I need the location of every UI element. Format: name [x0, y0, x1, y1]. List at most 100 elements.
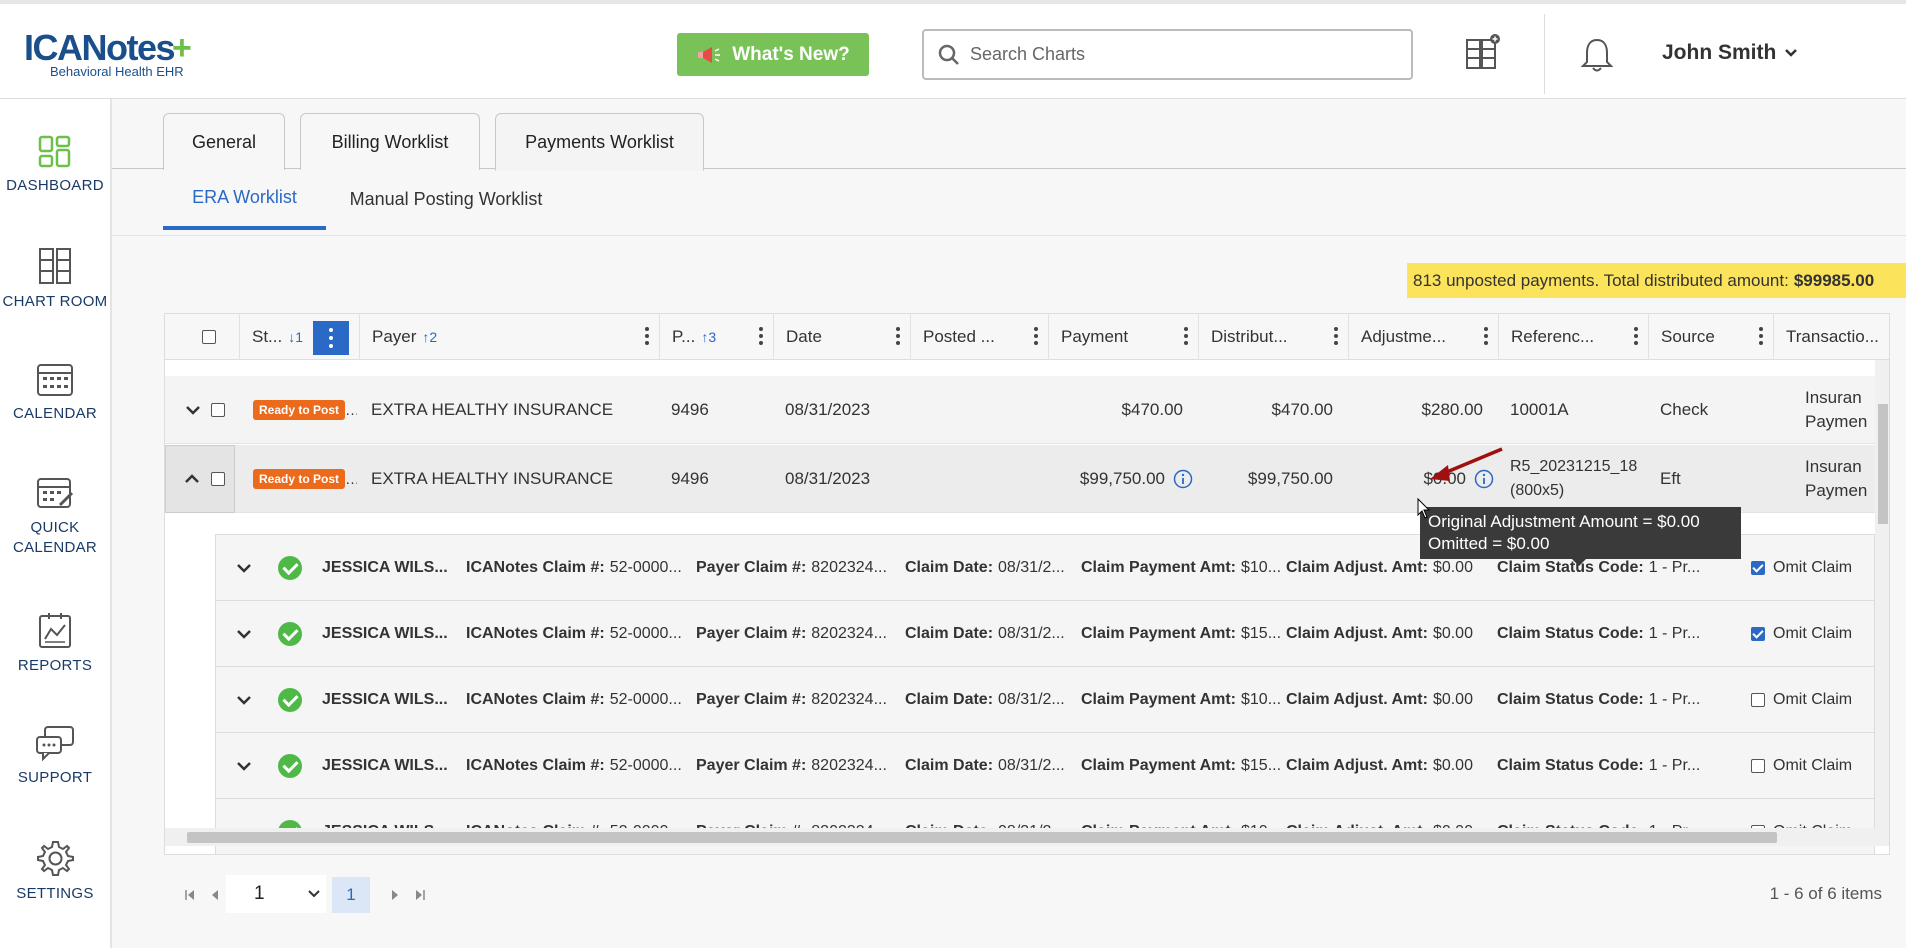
- column-header-payer[interactable]: Payer ↑2: [359, 314, 659, 360]
- omit-claim-checkbox[interactable]: [1751, 561, 1765, 575]
- expand-claim-toggle[interactable]: [236, 601, 252, 667]
- icanotes-logo[interactable]: ICANotes+ Behavioral Health EHR: [24, 30, 224, 86]
- omit-claim-option[interactable]: Omit Claim: [1751, 799, 1852, 854]
- sidebar-item-dashboard[interactable]: DASHBOARD: [0, 135, 110, 194]
- kebab-menu-icon[interactable]: [1184, 326, 1188, 346]
- claim-date: Claim Date:08/31/2...: [905, 799, 1065, 854]
- expand-claim-toggle[interactable]: [236, 667, 252, 733]
- whats-new-button[interactable]: What's New?: [677, 33, 869, 76]
- sidebar-item-quick-calendar[interactable]: QUICK CALENDAR: [0, 475, 110, 556]
- column-header-transaction[interactable]: Transactio...: [1773, 314, 1889, 360]
- search-icon: [938, 44, 959, 65]
- kebab-menu-icon[interactable]: [896, 326, 900, 346]
- kebab-menu-icon[interactable]: [1484, 326, 1488, 346]
- column-header-status[interactable]: St... ↓1: [239, 314, 359, 360]
- omit-claim-checkbox[interactable]: [1751, 627, 1765, 641]
- last-page-icon[interactable]: [414, 889, 426, 901]
- column-header-p[interactable]: P... ↑3: [659, 314, 773, 360]
- vertical-scrollbar[interactable]: [1875, 360, 1889, 828]
- column-header-payment[interactable]: Payment: [1048, 314, 1198, 360]
- sidebar-item-chart-room[interactable]: CHART ROOM: [0, 247, 110, 310]
- claim-status-icon: [278, 601, 302, 667]
- sidebar-item-reports[interactable]: REPORTS: [0, 611, 110, 674]
- claim-payment-amount: Claim Payment Amt:$10...: [1081, 691, 1282, 708]
- page-select[interactable]: 1: [226, 875, 326, 913]
- kebab-menu-icon[interactable]: [1634, 326, 1638, 346]
- claim-row[interactable]: JESSICA WILS... ICANotes Claim #:52-0000…: [215, 798, 1875, 854]
- column-label-posted: Posted ...: [923, 327, 995, 346]
- subtab-manual-posting-worklist[interactable]: Manual Posting Worklist: [346, 169, 546, 230]
- claim-payer-number: Payer Claim #:8202324...: [696, 757, 887, 774]
- column-header-reference[interactable]: Referenc...: [1498, 314, 1648, 360]
- dashboard-icon: [38, 135, 71, 168]
- claim-row[interactable]: JESSICA WILS... ICANotes Claim #:52-0000…: [215, 732, 1875, 798]
- payment-row-expanded[interactable]: Ready to Post… EXTRA HEALTHY INSURANCE 9…: [165, 445, 1875, 513]
- page-number-button[interactable]: 1: [332, 877, 370, 913]
- select-all-checkbox[interactable]: [202, 330, 216, 344]
- first-page-icon[interactable]: [184, 889, 196, 901]
- column-header-source[interactable]: Source: [1648, 314, 1773, 360]
- chevron-down-icon: [237, 696, 251, 705]
- column-label-date: Date: [786, 327, 822, 346]
- column-label-payment: Payment: [1061, 327, 1129, 346]
- sidebar-item-support[interactable]: SUPPORT: [0, 725, 110, 786]
- claim-row[interactable]: JESSICA WILS... ICANotes Claim #:52-0000…: [215, 600, 1875, 666]
- horizontal-scrollbar[interactable]: [165, 828, 1889, 846]
- date-cell: 08/31/2023: [785, 400, 871, 419]
- column-label-transaction: Transactio...: [1786, 327, 1879, 346]
- omit-claim-option[interactable]: Omit Claim: [1751, 667, 1852, 733]
- kebab-menu-icon[interactable]: [1334, 326, 1338, 346]
- header-divider: [1544, 14, 1545, 94]
- vertical-scroll-thumb[interactable]: [1878, 404, 1888, 524]
- next-page-icon[interactable]: [390, 889, 400, 901]
- column-header-distributed[interactable]: Distribut...: [1198, 314, 1348, 360]
- user-menu[interactable]: John Smith: [1662, 41, 1798, 65]
- column-menu-status[interactable]: [313, 321, 349, 355]
- horizontal-scroll-thumb[interactable]: [187, 832, 1777, 843]
- claim-payer-number: Payer Claim #:8202324...: [696, 625, 887, 642]
- sidebar-item-calendar[interactable]: CALENDAR: [0, 361, 110, 422]
- sidebar-label-settings: SETTINGS: [16, 885, 94, 902]
- omit-claim-option[interactable]: Omit Claim: [1751, 601, 1852, 667]
- column-header-adjustment[interactable]: Adjustme...: [1348, 314, 1498, 360]
- expand-claim-toggle[interactable]: [236, 733, 252, 799]
- omit-claim-option[interactable]: Omit Claim: [1751, 535, 1852, 601]
- omit-claim-checkbox[interactable]: [1751, 759, 1765, 773]
- bell-icon[interactable]: [1579, 36, 1615, 74]
- search-charts-box[interactable]: [922, 29, 1413, 80]
- kebab-menu-icon[interactable]: [759, 326, 763, 346]
- tooltip-line-2: Omitted = $0.00: [1428, 534, 1550, 553]
- kebab-menu-icon[interactable]: [645, 326, 649, 346]
- column-header-date[interactable]: Date: [773, 314, 910, 360]
- claim-row[interactable]: JESSICA WILS... ICANotes Claim #:52-0000…: [215, 666, 1875, 732]
- claim-patient: JESSICA WILS...: [322, 757, 448, 774]
- claim-patient: JESSICA WILS...: [322, 799, 448, 854]
- sidebar-label-reports: REPORTS: [17, 657, 93, 674]
- kebab-menu-icon[interactable]: [1759, 326, 1763, 346]
- column-header-posted[interactable]: Posted ...: [910, 314, 1048, 360]
- expand-row-toggle[interactable]: [185, 376, 209, 444]
- kebab-menu-icon[interactable]: [1034, 326, 1038, 346]
- expand-claim-toggle[interactable]: [236, 799, 252, 854]
- sidebar-item-settings[interactable]: SETTINGS: [0, 839, 110, 902]
- search-charts-input[interactable]: [970, 44, 1390, 65]
- info-icon[interactable]: [1173, 469, 1193, 489]
- tab-payments-worklist[interactable]: Payments Worklist: [495, 113, 704, 171]
- payment-row[interactable]: Ready to Post… EXTRA HEALTHY INSURANCE 9…: [165, 376, 1875, 444]
- worklist-tabs: General Billing Worklist Payments Workli…: [112, 99, 1906, 171]
- tab-billing-worklist[interactable]: Billing Worklist: [300, 113, 480, 170]
- omit-claim-option[interactable]: Omit Claim: [1751, 733, 1852, 799]
- previous-page-icon[interactable]: [210, 889, 220, 901]
- claim-adjust-amount: Claim Adjust. Amt:$0.00: [1286, 691, 1473, 708]
- claim-payment-amount: Claim Payment Amt: $15...: [1081, 625, 1282, 642]
- expand-claim-toggle[interactable]: [236, 535, 252, 601]
- chart-room-add-icon[interactable]: [1464, 32, 1500, 72]
- gear-icon: [37, 841, 74, 876]
- tab-general[interactable]: General: [163, 113, 285, 170]
- omit-claim-checkbox[interactable]: [1751, 693, 1765, 707]
- subtab-era-worklist[interactable]: ERA Worklist: [163, 169, 326, 230]
- row-checkbox[interactable]: [211, 472, 225, 486]
- row-checkbox[interactable]: [211, 403, 225, 417]
- column-label-source: Source: [1661, 327, 1715, 346]
- claim-icanotes-number: ICANotes Claim #:52-0000...: [466, 799, 682, 854]
